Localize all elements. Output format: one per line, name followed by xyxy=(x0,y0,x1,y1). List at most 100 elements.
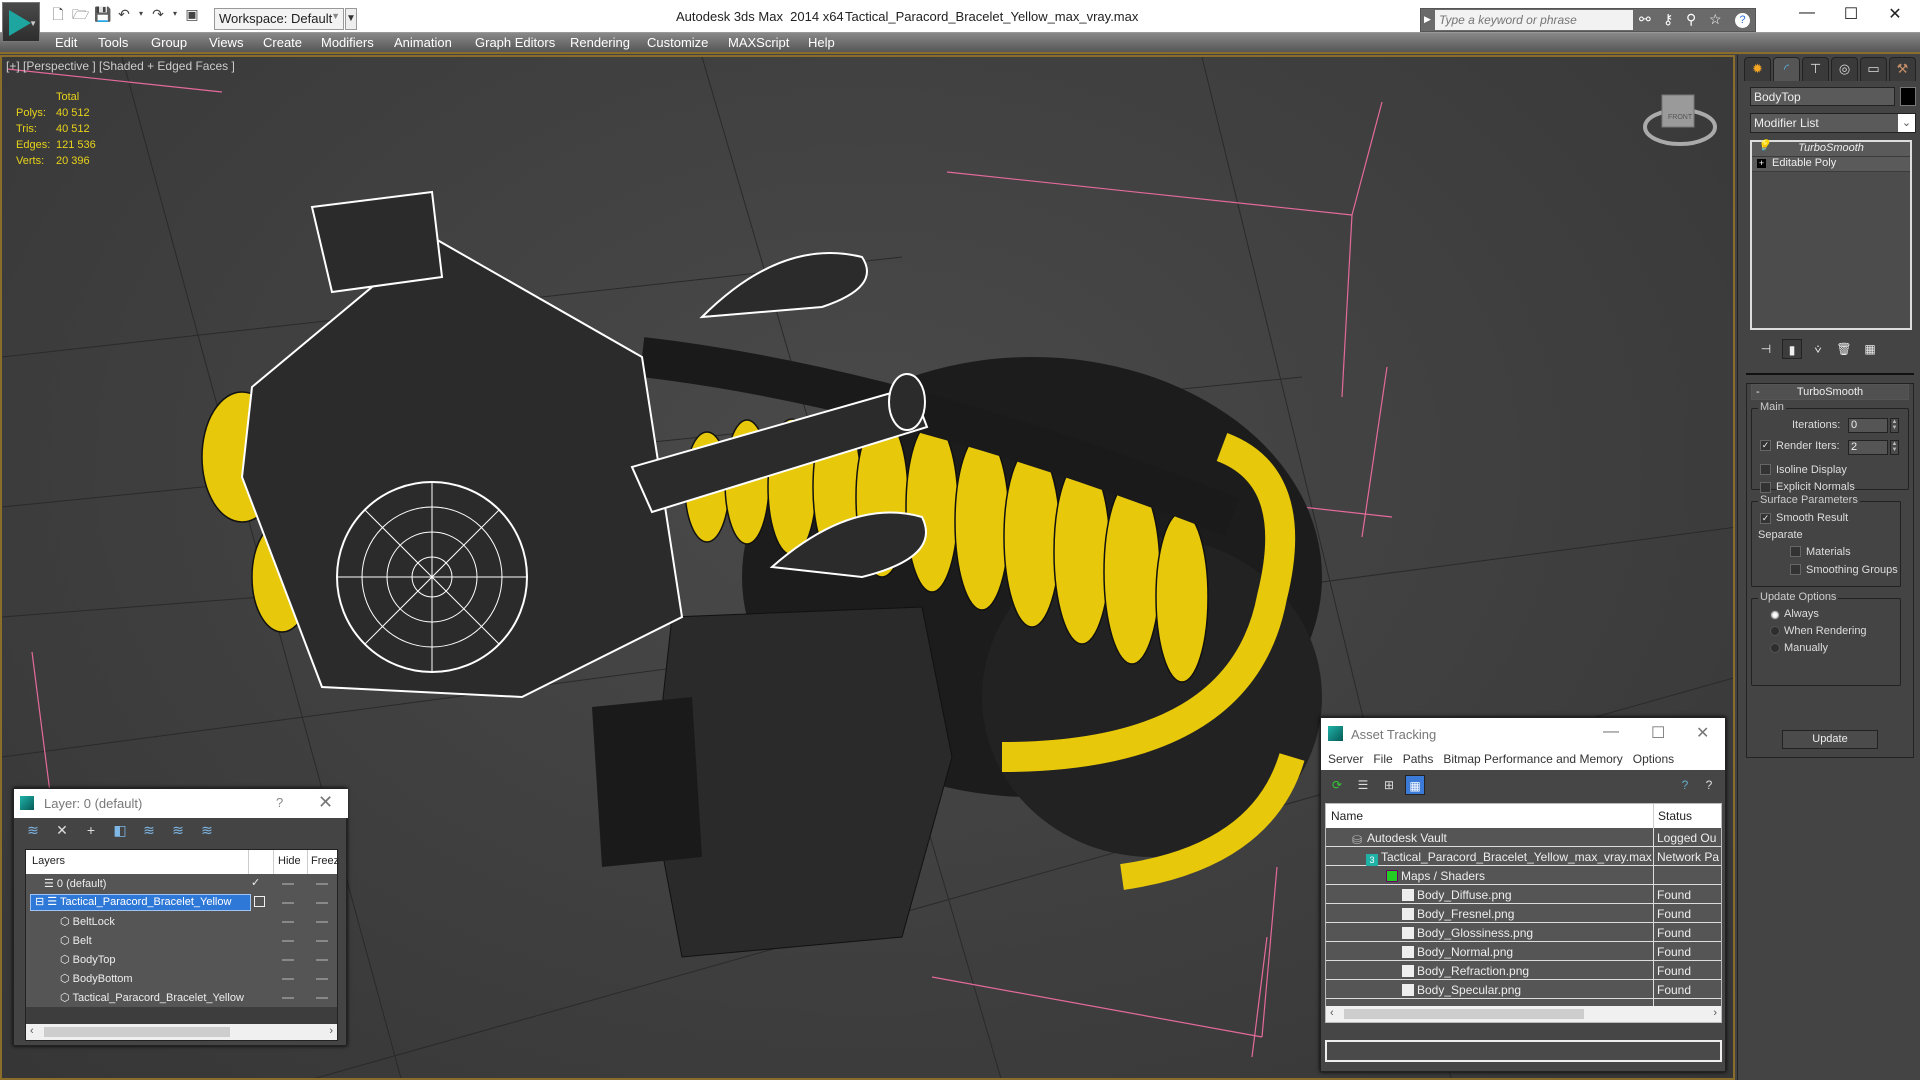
asset-row[interactable]: Body_Specular.png Found xyxy=(1326,980,1721,999)
asset-path-field[interactable] xyxy=(1325,1040,1722,1062)
column-hide[interactable]: Hide xyxy=(278,855,301,867)
vault-help-icon[interactable]: ? xyxy=(1675,775,1695,795)
column-freeze[interactable]: Freez xyxy=(311,855,339,867)
help-icon[interactable]: ? xyxy=(1699,775,1719,795)
undo-dropdown-icon[interactable]: ▾ xyxy=(138,6,144,22)
freeze-layers-icon[interactable]: ≋ xyxy=(198,821,216,839)
asset-tracking-titlebar[interactable]: Asset Tracking — ☐ ✕ Server File Paths B… xyxy=(1321,718,1725,770)
expand-plus-icon[interactable]: + xyxy=(1757,159,1766,168)
collapse-icon[interactable]: ⊟ xyxy=(35,896,47,908)
close-button[interactable]: ✕ xyxy=(1880,4,1910,28)
close-icon[interactable]: ✕ xyxy=(1696,723,1709,743)
asset-row[interactable]: Maps / Shaders xyxy=(1326,866,1721,885)
menu-graph-editors[interactable]: Graph Editors xyxy=(475,35,555,50)
menu-server[interactable]: Server xyxy=(1328,752,1363,766)
layer-row[interactable]: ⊟ ☰ Tactical_Paracord_Bracelet_Yellow xyxy=(26,893,337,912)
toolbar-overflow-button[interactable]: ▼ xyxy=(345,8,357,30)
maximize-button[interactable]: ☐ xyxy=(1651,723,1665,743)
asset-row[interactable]: 3 Tactical_Paracord_Bracelet_Yellow_max_v… xyxy=(1326,847,1721,866)
menu-paths[interactable]: Paths xyxy=(1403,752,1434,766)
delete-layer-icon[interactable]: ✕ xyxy=(53,821,71,839)
menu-bitmap-performance[interactable]: Bitmap Performance and Memory xyxy=(1443,752,1622,766)
always-radio[interactable] xyxy=(1770,610,1780,620)
configure-modifier-sets-icon[interactable]: ▦ xyxy=(1860,339,1880,359)
smooth-result-checkbox[interactable]: ✓ xyxy=(1760,513,1771,524)
scroll-left-icon[interactable]: ‹ xyxy=(30,1025,34,1037)
pin-stack-icon[interactable]: ⊣ xyxy=(1756,339,1776,359)
update-button[interactable]: Update xyxy=(1782,730,1878,749)
create-tab-icon[interactable]: ✹ xyxy=(1744,57,1771,81)
menu-tools[interactable]: Tools xyxy=(98,35,128,50)
scroll-right-icon[interactable]: › xyxy=(1713,1007,1717,1019)
asset-row[interactable]: Body_Glossiness.png Found xyxy=(1326,923,1721,942)
motion-tab-icon[interactable]: ◎ xyxy=(1831,57,1858,81)
scroll-left-icon[interactable]: ‹ xyxy=(1330,1007,1334,1019)
help-icon[interactable]: ? xyxy=(1735,13,1750,28)
list-view-icon[interactable]: ☰ xyxy=(1353,775,1373,795)
menu-edit[interactable]: Edit xyxy=(55,35,77,50)
modify-tab-icon[interactable]: ◜ xyxy=(1773,57,1800,81)
make-unique-icon[interactable]: ⩒ xyxy=(1808,339,1828,359)
workspace-dropdown[interactable]: Workspace: Default ▼ xyxy=(214,8,344,30)
remove-modifier-icon[interactable]: 🗑 xyxy=(1834,339,1854,359)
lightbulb-icon[interactable]: 💡 xyxy=(1757,141,1771,152)
keyword-search-input[interactable] xyxy=(1435,10,1633,30)
open-folder-icon[interactable]: 🗁 xyxy=(72,6,89,22)
menu-create[interactable]: Create xyxy=(263,35,302,50)
menu-rendering[interactable]: Rendering xyxy=(570,35,630,50)
materials-checkbox[interactable] xyxy=(1790,546,1801,557)
layer-row[interactable]: ☰ 0 (default) ✓ xyxy=(26,874,337,893)
smoothing-groups-checkbox[interactable] xyxy=(1790,564,1801,575)
scrollbar-thumb[interactable] xyxy=(44,1027,230,1037)
project-folder-icon[interactable]: ▣ xyxy=(184,6,200,22)
close-icon[interactable]: ✕ xyxy=(318,792,333,813)
stack-item-editable-poly[interactable]: + Editable Poly xyxy=(1752,157,1910,172)
satellite-icon[interactable]: ⚲ xyxy=(1686,11,1696,28)
app-menu-button[interactable]: ▼ xyxy=(2,2,40,42)
key-icon[interactable]: ⚷ xyxy=(1663,11,1673,28)
help-button[interactable]: ? xyxy=(276,795,283,810)
menu-options[interactable]: Options xyxy=(1633,752,1674,766)
menu-modifiers[interactable]: Modifiers xyxy=(321,35,374,50)
menu-file[interactable]: File xyxy=(1373,752,1392,766)
redo-icon[interactable]: ↷ xyxy=(150,6,166,22)
when-rendering-radio[interactable] xyxy=(1770,626,1780,636)
asset-row[interactable]: Body_Diffuse.png Found xyxy=(1326,885,1721,904)
iterations-spinner[interactable]: 0 xyxy=(1848,418,1888,433)
highlight-layer-icon[interactable]: ≋ xyxy=(169,821,187,839)
save-icon[interactable]: 💾 xyxy=(94,6,111,22)
asset-row[interactable]: Body_Normal.png Found xyxy=(1326,942,1721,961)
menu-help[interactable]: Help xyxy=(808,35,835,50)
star-icon[interactable]: ☆ xyxy=(1709,11,1722,28)
modifier-list-dropdown[interactable]: Modifier List ⌄ xyxy=(1750,113,1916,133)
stack-item-turbosmooth[interactable]: 💡 TurboSmooth xyxy=(1752,141,1910,157)
hierarchy-tab-icon[interactable]: ⊤ xyxy=(1802,57,1829,81)
new-file-icon[interactable]: 🗋 xyxy=(50,6,66,22)
select-layer-icon[interactable]: ≋ xyxy=(140,821,158,839)
minimize-button[interactable]: — xyxy=(1603,723,1619,741)
binoculars-icon[interactable]: ⚯ xyxy=(1639,11,1651,28)
horizontal-scrollbar[interactable]: ‹ › xyxy=(26,1024,337,1040)
isoline-display-checkbox[interactable] xyxy=(1760,464,1771,475)
layer-window-titlebar[interactable]: Layer: 0 (default) ? ✕ xyxy=(14,789,348,818)
horizontal-scrollbar[interactable]: ‹ › xyxy=(1326,1006,1721,1022)
asset-row[interactable]: Body_Fresnel.png Found xyxy=(1326,904,1721,923)
add-to-layer-icon[interactable]: + xyxy=(82,821,100,839)
table-view-icon[interactable]: ▦ xyxy=(1405,775,1425,795)
undo-icon[interactable]: ↶ xyxy=(116,6,132,22)
create-layer-icon[interactable]: ≋ xyxy=(24,821,42,839)
menu-group[interactable]: Group xyxy=(151,35,187,50)
set-active-checkbox[interactable] xyxy=(254,896,265,907)
asset-row[interactable]: Body_Refraction.png Found xyxy=(1326,961,1721,980)
object-name-field[interactable]: BodyTop xyxy=(1750,87,1895,106)
menu-views[interactable]: Views xyxy=(209,35,243,50)
tree-view-icon[interactable]: ⊞ xyxy=(1379,775,1399,795)
spinner-arrows-icon[interactable]: ▲ ▼ xyxy=(1890,440,1899,455)
object-row[interactable]: ⬡ Belt xyxy=(26,931,337,950)
object-row[interactable]: ⬡ Tactical_Paracord_Bracelet_Yellow xyxy=(26,988,337,1007)
expand-icon[interactable]: ▶ xyxy=(1424,14,1431,25)
rollout-header[interactable]: - TurboSmooth xyxy=(1751,384,1909,400)
menu-maxscript[interactable]: MAXScript xyxy=(728,35,789,50)
viewcube[interactable]: FRONT xyxy=(1643,94,1717,146)
menu-customize[interactable]: Customize xyxy=(647,35,708,50)
